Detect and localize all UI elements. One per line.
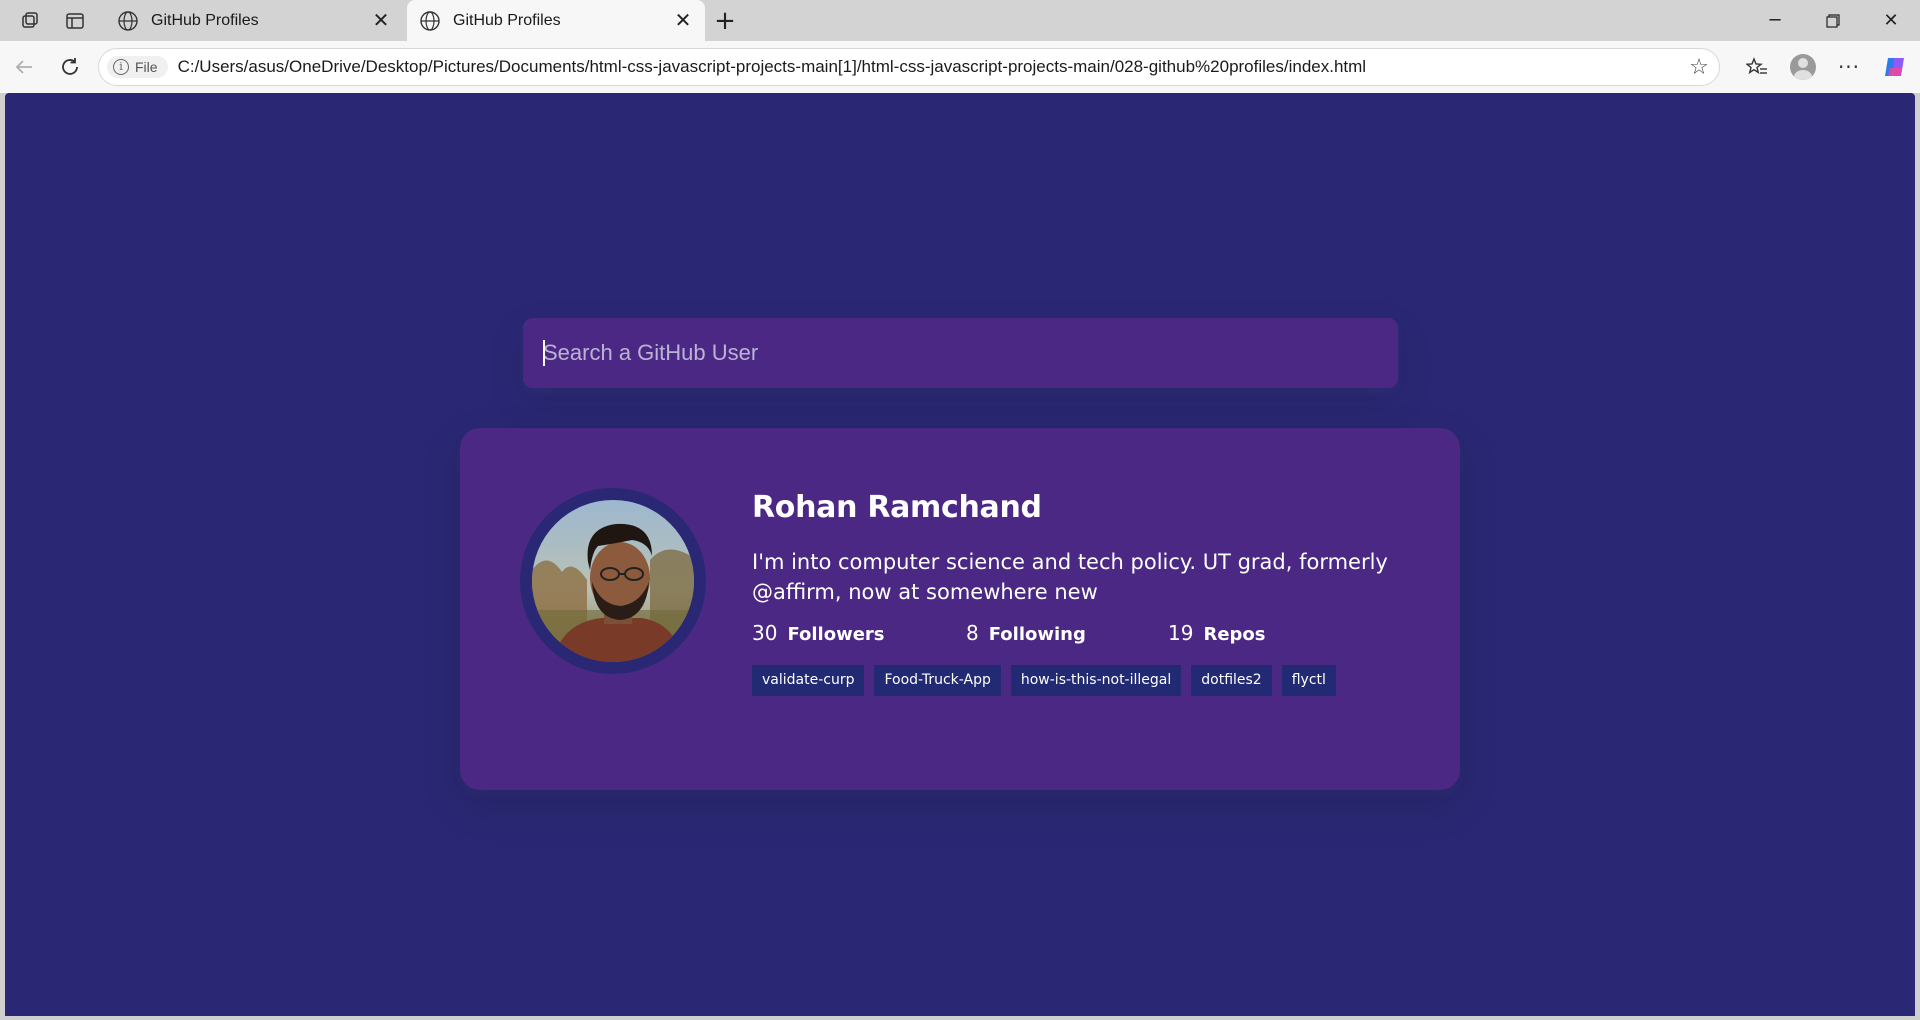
copilot-icon (1885, 58, 1904, 76)
star-icon[interactable]: ☆ (1679, 55, 1719, 80)
plus-icon: + (714, 5, 736, 36)
followers-stat: 30 Followers (752, 621, 966, 645)
back-arrow-icon (15, 60, 32, 74)
tab-actions-icon[interactable] (60, 6, 90, 36)
following-stat: 8 Following (966, 621, 1168, 645)
search-input[interactable] (523, 318, 1398, 388)
user-name: Rohan Ramchand (752, 490, 1042, 525)
close-icon[interactable]: ✕ (671, 8, 695, 33)
repos-stat: 19 Repos (1168, 621, 1266, 645)
profile-button[interactable] (1780, 45, 1826, 89)
close-icon[interactable]: ✕ (369, 8, 393, 33)
info-icon: i (113, 59, 129, 75)
more-button[interactable]: ··· (1826, 45, 1872, 89)
reload-button[interactable] (48, 45, 92, 89)
scheme-label: File (135, 59, 158, 75)
tab-title: GitHub Profiles (151, 11, 259, 29)
globe-icon (118, 10, 138, 31)
followers-label: Followers (787, 624, 885, 645)
globe-icon (420, 10, 440, 31)
close-window-button[interactable]: ✕ (1862, 0, 1920, 41)
address-bar: i File C:/Users/asus/OneDrive/Desktop/Pi… (0, 41, 1920, 93)
restore-button[interactable] (1804, 0, 1862, 41)
restore-icon (1826, 13, 1840, 28)
reload-icon (62, 58, 78, 75)
minimize-icon: ─ (1769, 10, 1781, 31)
profile-icon (1790, 54, 1816, 80)
back-button[interactable] (2, 45, 46, 89)
user-info: Rohan Ramchand I'm into computer science… (752, 490, 1392, 696)
tab-bar: GitHub Profiles ✕ GitHub Profiles ✕ + ─ … (0, 0, 1920, 41)
user-stats: 30 Followers 8 Following 19 Repos (752, 621, 1392, 645)
url-text[interactable]: C:/Users/asus/OneDrive/Desktop/Pictures/… (178, 57, 1679, 77)
tab-title: GitHub Profiles (453, 11, 561, 29)
repo-link[interactable]: validate-curp (752, 665, 865, 696)
search-form (523, 318, 1398, 388)
favorites-list-icon (1746, 57, 1767, 75)
url-field[interactable]: i File C:/Users/asus/OneDrive/Desktop/Pi… (98, 48, 1720, 86)
new-tab-button[interactable]: + (705, 1, 745, 41)
copilot-button[interactable] (1872, 45, 1918, 89)
repos-count: 19 (1168, 621, 1194, 645)
repo-link[interactable]: dotfiles2 (1191, 665, 1272, 696)
favorites-button[interactable] (1734, 45, 1780, 89)
more-dots-icon: ··· (1837, 55, 1861, 79)
user-bio: I'm into computer science and tech polic… (752, 550, 1388, 604)
repos-label: Repos (1203, 624, 1266, 645)
followers-count: 30 (752, 621, 778, 645)
repo-link[interactable]: Food-Truck-App (874, 665, 1001, 696)
avatar (532, 500, 694, 662)
page-viewport: Rohan Ramchand I'm into computer science… (5, 93, 1915, 1016)
avatar-ring (520, 488, 706, 674)
minimize-button[interactable]: ─ (1746, 0, 1804, 41)
repo-list: validate-curp Food-Truck-App how-is-this… (752, 665, 1392, 696)
profile-card: Rohan Ramchand I'm into computer science… (460, 428, 1460, 790)
tab-github-profiles-1[interactable]: GitHub Profiles ✕ (105, 0, 403, 41)
workspaces-icon[interactable] (15, 6, 45, 36)
repo-link[interactable]: flyctl (1281, 665, 1336, 696)
tab-github-profiles-2[interactable]: GitHub Profiles ✕ (407, 0, 705, 41)
close-icon: ✕ (1883, 10, 1899, 31)
repo-link[interactable]: how-is-this-not-illegal (1010, 665, 1182, 696)
site-info-button[interactable]: i File (107, 56, 168, 78)
following-count: 8 (966, 621, 979, 645)
text-caret (543, 340, 545, 366)
following-label: Following (988, 624, 1086, 645)
